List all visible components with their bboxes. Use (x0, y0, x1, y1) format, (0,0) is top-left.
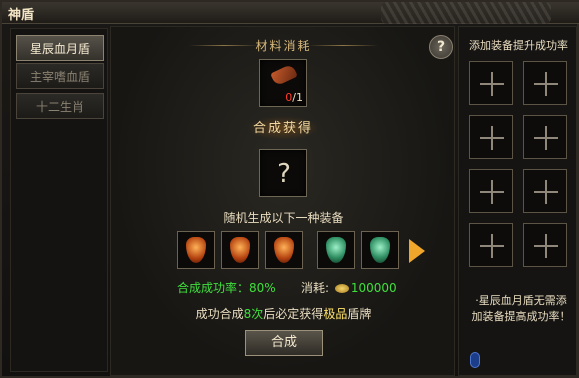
result-slot: ? (259, 149, 307, 197)
material-item-icon (270, 63, 298, 87)
guarantee-quality: 极品 (323, 307, 348, 321)
scroll-indicator-icon[interactable] (470, 352, 480, 368)
plus-icon-v (491, 180, 493, 204)
jade-shield-icon (370, 237, 390, 263)
tab-bloodthirsty-shield[interactable]: 主宰嗜血盾 (16, 63, 104, 89)
help-icon[interactable]: ? (429, 35, 453, 59)
cost: 消耗: 100000 (301, 279, 397, 296)
material-count-need: /1 (292, 91, 303, 104)
sidebar: 星辰血月盾 主宰嗜血盾 十二生肖 (10, 28, 108, 372)
synthesize-button[interactable]: 合成 (245, 330, 323, 356)
equip-slot[interactable] (317, 231, 355, 269)
plus-icon-v (545, 72, 547, 96)
fire-shield-icon (186, 237, 206, 263)
coin-icon (334, 284, 349, 293)
dragon-ornament-icon (381, 2, 551, 24)
plus-icon-v (545, 180, 547, 204)
add-equip-slot[interactable] (469, 223, 513, 267)
materials-title: 材料消耗 (255, 39, 312, 53)
guarantee-text: 成功合成8次后必定获得极品盾牌 (111, 305, 456, 322)
cost-value: 100000 (350, 281, 397, 295)
equipment-preview-row (177, 231, 467, 275)
fire-shield-icon (230, 237, 250, 263)
material-slot[interactable]: 0/1 (259, 59, 307, 107)
unknown-result-icon: ? (277, 159, 291, 189)
no-equip-needed-note: ·星辰血月盾无需添加装备提高成功率！ (471, 294, 571, 323)
synth-result-label: 合成获得 (249, 117, 317, 139)
guarantee-mid: 后必定获得 (263, 307, 324, 321)
material-count: 0/1 (285, 91, 303, 104)
add-equip-slot[interactable] (469, 61, 513, 105)
guarantee-pre: 成功合成 (195, 307, 244, 321)
plus-icon-v (545, 126, 547, 150)
equip-slot[interactable] (221, 231, 259, 269)
equip-slot[interactable] (177, 231, 215, 269)
window-title: 神盾 (8, 8, 35, 23)
equip-slot[interactable] (265, 231, 303, 269)
guarantee-count: 8次 (243, 307, 264, 321)
add-equipment-title: 添加装备提升成功率 (469, 39, 568, 52)
add-equipment-panel: 添加装备提升成功率 ·星辰血月盾无需添加装备提高成功率！ (458, 26, 577, 376)
title-bar: 神盾 (2, 2, 579, 24)
add-equip-slot[interactable] (523, 223, 567, 267)
success-rate: 合成成功率：80% (177, 279, 276, 296)
title-divider-right (308, 45, 378, 46)
random-equip-text: 随机生成以下一种装备 (223, 211, 344, 225)
plus-icon-v (491, 234, 493, 258)
plus-icon-v (491, 126, 493, 150)
add-equip-slot[interactable] (523, 115, 567, 159)
shield-window: 神盾 星辰血月盾 主宰嗜血盾 十二生肖 材料消耗 ? 0/1 合成获得 ? 随机… (0, 0, 579, 378)
success-rate-value: 80% (249, 281, 276, 295)
synthesis-panel: 材料消耗 ? 0/1 合成获得 ? 随机生成以下一种装备 合成成功率：80% 消… (110, 26, 455, 376)
add-equip-slot[interactable] (469, 169, 513, 213)
success-rate-label: 合成成功率： (177, 281, 250, 295)
add-equip-slot[interactable] (523, 169, 567, 213)
guarantee-post: 盾牌 (347, 307, 372, 321)
plus-icon-v (491, 72, 493, 96)
next-arrow-icon[interactable] (409, 239, 425, 263)
add-equip-slot[interactable] (523, 61, 567, 105)
tab-zodiac[interactable]: 十二生肖 (16, 93, 104, 119)
equip-slot[interactable] (361, 231, 399, 269)
jade-shield-icon (326, 237, 346, 263)
add-equip-slot[interactable] (469, 115, 513, 159)
fire-shield-icon (274, 237, 294, 263)
plus-icon-v (545, 234, 547, 258)
cost-label: 消耗: (301, 281, 330, 295)
tab-star-blood-moon-shield[interactable]: 星辰血月盾 (16, 35, 104, 61)
